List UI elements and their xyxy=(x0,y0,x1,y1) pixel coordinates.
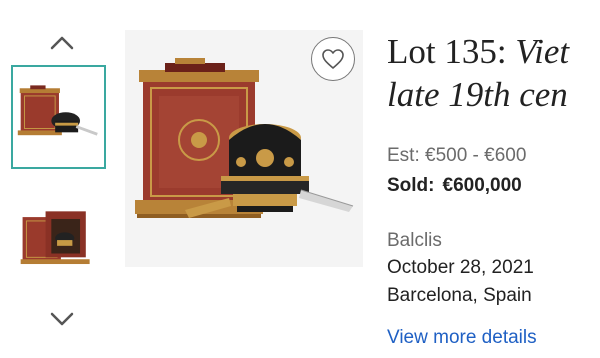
auction-house: Balclis xyxy=(387,230,442,251)
chevron-down-icon[interactable] xyxy=(44,306,80,334)
sold-amount: €600,000 xyxy=(442,175,522,196)
lot-title-part1: Viet xyxy=(515,32,570,71)
lot-title-line2: late 19th cen xyxy=(387,75,568,114)
lot-title: Lot 135: Viet late 19th cen xyxy=(387,30,600,116)
lot-number: Lot 135: xyxy=(387,32,507,71)
estimate-text: Est: €500 - €600 xyxy=(387,145,527,166)
thumbnail-1[interactable] xyxy=(11,65,106,169)
sold-label: Sold: xyxy=(387,175,435,196)
view-more-details-link[interactable]: View more details xyxy=(387,327,537,349)
auction-location: Barcelona, Spain xyxy=(387,285,532,306)
thumbnail-rail xyxy=(0,0,120,358)
auction-date: October 28, 2021 xyxy=(387,257,534,278)
thumbnail-2[interactable] xyxy=(11,190,106,294)
favorite-button[interactable] xyxy=(311,37,355,81)
chevron-up-icon[interactable] xyxy=(44,28,80,56)
heart-icon xyxy=(322,49,344,69)
lot-details: Lot 135: Viet late 19th cen Est: €500 - … xyxy=(387,0,600,358)
sold-price: Sold: €600,000 xyxy=(387,175,522,197)
